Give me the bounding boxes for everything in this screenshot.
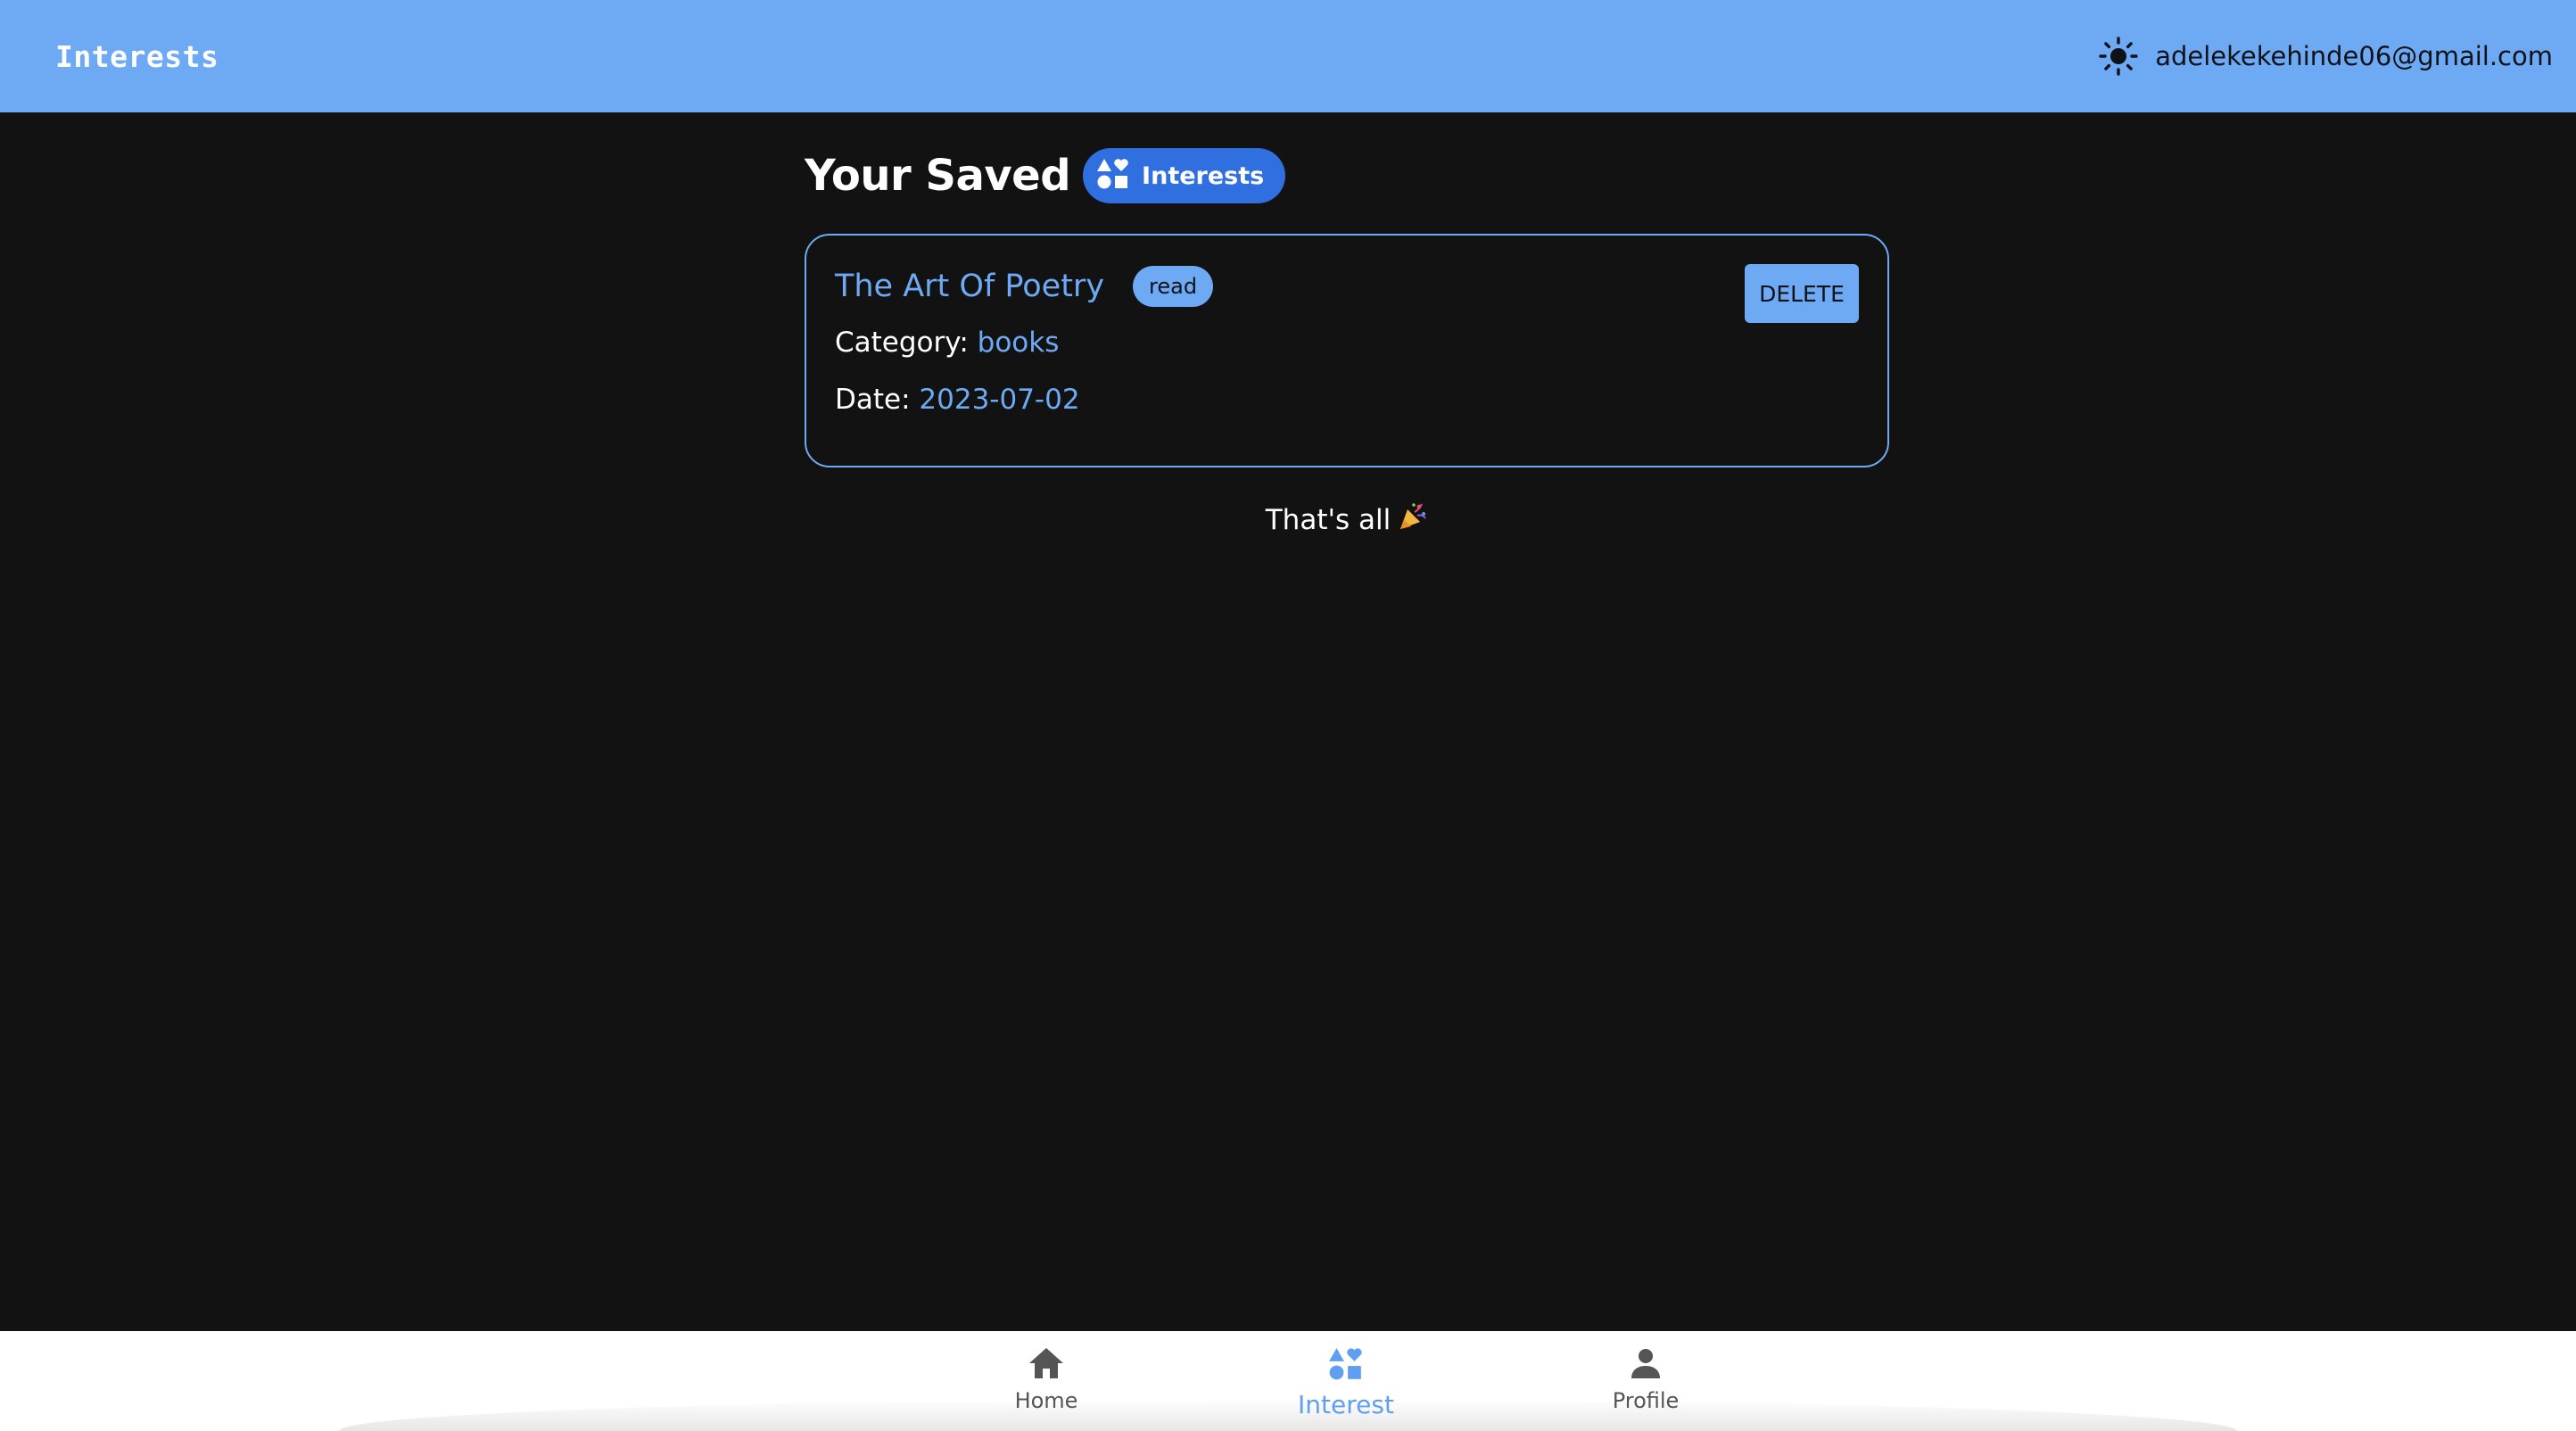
nav-item-interest[interactable]: Interest <box>1275 1345 1417 1419</box>
person-icon <box>1628 1345 1664 1385</box>
sun-icon[interactable] <box>2096 34 2141 79</box>
card-title-row: The Art Of Poetry read <box>835 266 1214 307</box>
saved-interests-section: Your Saved Interests The Art Of Poetry r… <box>805 112 1889 539</box>
nav-label-home: Home <box>1014 1388 1078 1413</box>
page-heading-row: Your Saved Interests <box>805 145 1889 207</box>
category-label: Category: <box>835 327 969 359</box>
date-line: Date: 2023-07-02 <box>835 384 1080 416</box>
interest-card: The Art Of Poetry read Category: books D… <box>805 234 1889 467</box>
date-value: 2023-07-02 <box>919 384 1080 416</box>
appbar-actions: adelekekehinde06@gmail.com <box>2096 34 2553 79</box>
nav-item-profile[interactable]: Profile <box>1574 1345 1717 1413</box>
nav-item-home[interactable]: Home <box>975 1345 1118 1413</box>
page-title: Your Saved <box>805 151 1071 201</box>
app-title: Interests <box>55 38 219 74</box>
date-label: Date: <box>835 384 911 416</box>
delete-button[interactable]: DELETE <box>1745 264 1859 323</box>
category-value: books <box>977 327 1060 359</box>
status-badge: read <box>1133 266 1214 307</box>
bottom-navigation: Home Interest Profile <box>0 1331 2576 1431</box>
category-line: Category: books <box>835 327 1059 359</box>
app-bar: Interests adelekekehinde06@gmail.com <box>0 0 2576 112</box>
nav-label-profile: Profile <box>1612 1388 1680 1413</box>
nav-label-interest: Interest <box>1298 1390 1394 1419</box>
home-icon <box>1027 1345 1066 1385</box>
user-email[interactable]: adelekekehinde06@gmail.com <box>2155 41 2553 71</box>
interests-icon <box>1327 1345 1365 1386</box>
interests-chip: Interests <box>1083 148 1286 203</box>
party-popper-icon <box>1398 501 1428 539</box>
end-of-list: That's all <box>805 501 1889 539</box>
interest-title[interactable]: The Art Of Poetry <box>835 269 1104 304</box>
interests-icon <box>1095 156 1131 195</box>
end-message: That's all <box>1265 504 1391 536</box>
chip-label: Interests <box>1142 161 1265 190</box>
